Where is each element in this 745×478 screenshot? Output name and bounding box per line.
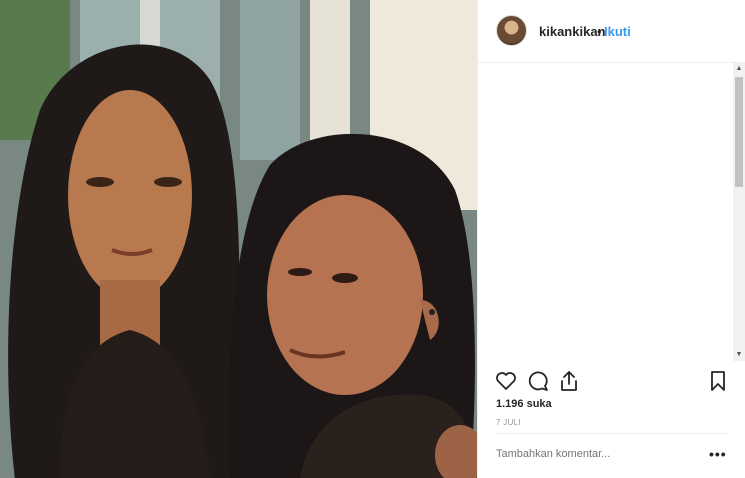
username-link[interactable]: kikankikan (539, 24, 606, 39)
scroll-down-arrow-icon[interactable]: ▼ (733, 349, 745, 361)
comments-scrollbar[interactable]: ▲ ▼ (733, 63, 745, 361)
comments-area (478, 63, 745, 363)
photo-illustration (0, 0, 477, 478)
separator-dot: • (597, 24, 602, 39)
likes-count[interactable]: 1.196 suka (496, 398, 552, 410)
post-date[interactable]: 7 JULI (496, 418, 521, 427)
action-bar (478, 365, 745, 397)
share-icon[interactable] (557, 369, 581, 393)
divider (496, 433, 728, 434)
post-side-panel: kikankikan • Ikuti ▲ ▼ 1.196 suka 7 JULI… (477, 0, 745, 478)
comment-icon[interactable] (526, 369, 550, 393)
more-options-icon[interactable]: ••• (709, 446, 727, 462)
post-header: kikankikan • Ikuti (478, 0, 745, 63)
instagram-post: kikankikan • Ikuti ▲ ▼ 1.196 suka 7 JULI… (0, 0, 745, 478)
scroll-up-arrow-icon[interactable]: ▲ (733, 63, 745, 75)
post-photo[interactable] (0, 0, 477, 478)
follow-button[interactable]: Ikuti (604, 24, 631, 39)
bookmark-icon[interactable] (706, 369, 730, 393)
comment-input[interactable] (496, 448, 696, 460)
scroll-thumb[interactable] (735, 77, 743, 187)
heart-icon[interactable] (494, 369, 518, 393)
avatar[interactable] (496, 15, 527, 46)
